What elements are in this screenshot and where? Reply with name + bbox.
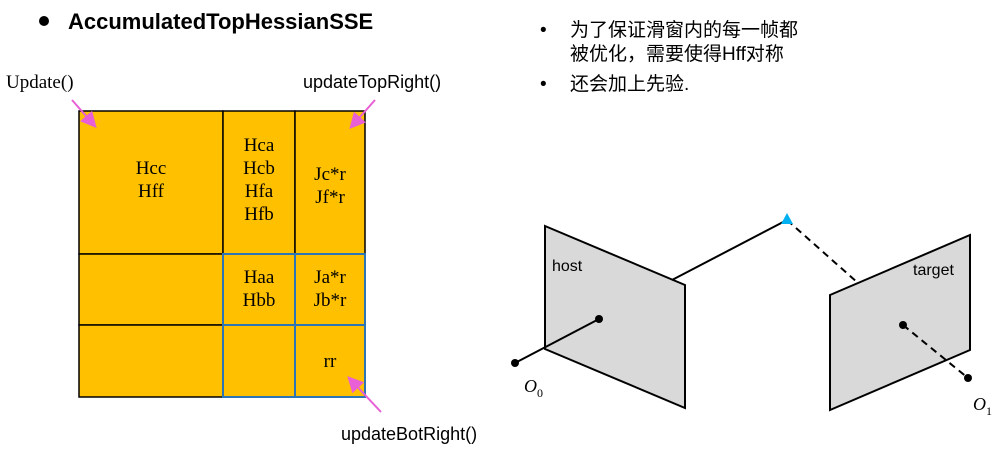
cell-hcc-hff: Hcc Hff: [135, 158, 167, 202]
host-label: host: [552, 258, 583, 275]
note-line-3: 还会加上先验.: [570, 74, 690, 95]
target-ray-outside: [786, 219, 859, 284]
host-ray: [671, 219, 788, 281]
host-principal-dot: [595, 315, 603, 323]
cell-jc-jf: Jc*r Jf*r: [314, 164, 346, 208]
cell-haa-hbb: Haa Hbb: [242, 267, 276, 311]
target-principal-dot: [899, 321, 907, 329]
note-line-1: 为了保证滑窗内的每一帧都: [570, 20, 799, 41]
host-plane: [544, 224, 686, 410]
target-origin-dot: [964, 374, 972, 382]
block-left-middle: [78, 253, 224, 326]
block-bottom-middle: [222, 324, 296, 398]
cell-rr: rr: [323, 351, 337, 372]
host-origin-dot: [511, 359, 519, 367]
origin0-label: O0: [524, 376, 543, 400]
note-bullet-1: •: [540, 20, 547, 41]
camera-geometry-diagram: host target O0 O1: [511, 213, 992, 418]
origin1-label: O1: [973, 394, 992, 418]
note-bullet-2: •: [540, 74, 547, 95]
cell-hca-hcb-hfa-hfb: Hca Hcb Hfa Hfb: [243, 135, 275, 225]
landmark-point-icon: [781, 213, 793, 224]
cell-ja-jb: Ja*r Jb*r: [313, 267, 347, 311]
block-left-bottom: [78, 324, 224, 398]
note-line-2: 被优化，需要使得Hff对称: [570, 44, 784, 65]
target-label: target: [913, 262, 954, 279]
